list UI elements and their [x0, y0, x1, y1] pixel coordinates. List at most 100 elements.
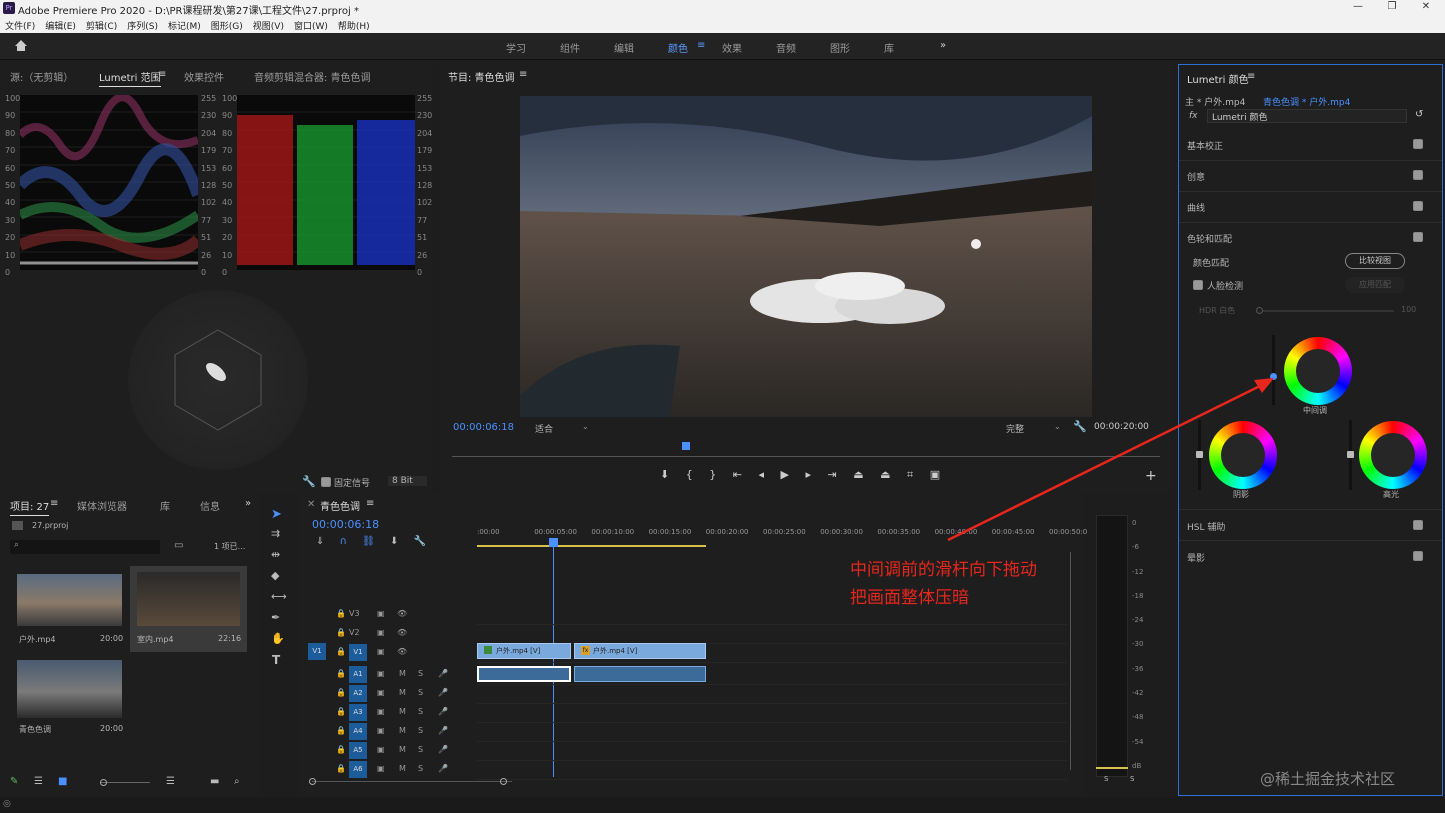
- tab-media-browser[interactable]: 媒体浏览器: [77, 498, 127, 513]
- menu-item[interactable]: 序列(S): [127, 22, 158, 32]
- compare-view-icon[interactable]: ▣: [930, 468, 940, 481]
- mark-in-icon[interactable]: {: [686, 468, 693, 481]
- lock-icon[interactable]: 🔒: [336, 647, 346, 656]
- icon-view-icon[interactable]: ■: [58, 776, 67, 787]
- vignette-checkbox[interactable]: [1413, 551, 1423, 561]
- voice-over-icon[interactable]: 🎤: [438, 669, 448, 678]
- voice-over-icon[interactable]: 🎤: [438, 707, 448, 716]
- mute-button[interactable]: M: [399, 745, 406, 754]
- solo-button[interactable]: S: [418, 745, 423, 754]
- toggle-output-icon[interactable]: 👁: [397, 609, 407, 618]
- list-view-icon[interactable]: ☰: [34, 776, 43, 787]
- bit-depth-dropdown[interactable]: 8 Bit: [388, 476, 427, 486]
- timeline-timecode[interactable]: 00:00:06:18: [312, 518, 379, 531]
- highlights-slider-handle[interactable]: [1347, 451, 1354, 458]
- tab-project[interactable]: 项目: 27: [10, 498, 50, 516]
- voice-over-icon[interactable]: 🎤: [438, 726, 448, 735]
- sync-lock-icon[interactable]: ▣: [377, 726, 385, 735]
- sync-lock-icon[interactable]: ▣: [377, 669, 385, 678]
- lift-icon[interactable]: ⏏: [853, 468, 863, 481]
- track-target-v3[interactable]: V3: [349, 609, 360, 618]
- tab-source[interactable]: 源:（无剪辑）: [10, 69, 73, 84]
- creative-checkbox[interactable]: [1413, 170, 1423, 180]
- close-icon[interactable]: ✕: [1416, 1, 1436, 12]
- audio-clip[interactable]: [477, 666, 571, 682]
- project-search-input[interactable]: [10, 540, 160, 554]
- type-tool-icon[interactable]: T: [272, 653, 280, 667]
- section-vignette[interactable]: 晕影: [1187, 551, 1205, 564]
- toggle-output-icon[interactable]: 👁: [397, 628, 407, 637]
- new-item-icon[interactable]: ▬: [210, 776, 219, 787]
- fit-dropdown[interactable]: 适合: [535, 422, 553, 435]
- go-to-out-icon[interactable]: ⇥: [827, 468, 836, 481]
- solo-button[interactable]: S: [418, 669, 423, 678]
- tab-libraries[interactable]: 库: [160, 498, 170, 513]
- menu-item[interactable]: 帮助(H): [338, 22, 370, 32]
- project-item-name[interactable]: 青色色调: [19, 724, 51, 735]
- effect-selector[interactable]: Lumetri 颜色: [1207, 109, 1407, 123]
- more-workspaces-icon[interactable]: »: [940, 40, 946, 51]
- hdr-white-handle[interactable]: [1256, 307, 1263, 314]
- timeline-settings-icon[interactable]: 🔧: [414, 536, 426, 547]
- sync-lock-icon[interactable]: ▣: [377, 707, 385, 716]
- apply-match-button[interactable]: 应用匹配: [1345, 277, 1405, 293]
- workspace-color[interactable]: 颜色: [668, 40, 688, 55]
- voice-over-icon[interactable]: 🎤: [438, 688, 448, 697]
- play-icon[interactable]: ▶: [780, 468, 788, 481]
- sequence-menu-icon[interactable]: ≡: [366, 498, 374, 509]
- project-menu-icon[interactable]: ≡: [50, 498, 58, 509]
- solo-button[interactable]: S: [418, 764, 423, 773]
- hand-tool-icon[interactable]: ✋: [271, 632, 285, 645]
- new-bin-icon[interactable]: ▭: [174, 540, 183, 551]
- lock-icon[interactable]: 🔒: [336, 688, 346, 697]
- voice-over-icon[interactable]: 🎤: [438, 764, 448, 773]
- sync-lock-icon[interactable]: ▣: [377, 745, 385, 754]
- go-to-in-icon[interactable]: ⇤: [733, 468, 742, 481]
- workspace-menu-icon[interactable]: ≡: [697, 40, 705, 51]
- timeline-scrollbar[interactable]: [312, 781, 512, 782]
- track-target-a3[interactable]: A3: [349, 704, 367, 721]
- sort-icon[interactable]: ☰: [166, 776, 175, 787]
- mute-button[interactable]: M: [399, 669, 406, 678]
- vertical-scrollbar[interactable]: [1070, 552, 1071, 770]
- solo-button[interactable]: S: [418, 726, 423, 735]
- playhead-handle[interactable]: [682, 442, 690, 450]
- menu-item[interactable]: 剪辑(C): [86, 22, 117, 32]
- midtones-slider-handle[interactable]: [1270, 373, 1277, 380]
- section-curves[interactable]: 曲线: [1187, 201, 1205, 214]
- slip-tool-icon[interactable]: ⟷: [271, 590, 287, 603]
- add-marker-icon[interactable]: ⬇: [390, 536, 398, 547]
- project-item-thumbnail[interactable]: [137, 572, 240, 626]
- selection-tool-icon[interactable]: ➤: [271, 507, 282, 522]
- sync-lock-icon[interactable]: ▣: [377, 628, 385, 637]
- midtones-color-wheel[interactable]: [1284, 337, 1352, 405]
- zoom-slider[interactable]: [100, 782, 150, 783]
- sequence-clip-link[interactable]: 青色色调 * 户外.mp4: [1263, 95, 1350, 108]
- sequence-tab[interactable]: 青色色调: [320, 498, 360, 513]
- hsl-checkbox[interactable]: [1413, 520, 1423, 530]
- solo-button[interactable]: S: [418, 707, 423, 716]
- settings-wrench-icon[interactable]: 🔧: [1073, 420, 1087, 433]
- pen-tool-icon[interactable]: ✒: [271, 611, 280, 624]
- tab-effect-controls[interactable]: 效果控件: [184, 69, 224, 84]
- razor-tool-icon[interactable]: ◆: [271, 569, 279, 582]
- section-color-wheels[interactable]: 色轮和匹配: [1187, 232, 1232, 245]
- menu-item[interactable]: 图形(G): [211, 22, 243, 32]
- program-timecode[interactable]: 00:00:06:18: [453, 422, 514, 433]
- zoom-slider-handle[interactable]: [100, 779, 107, 786]
- solo-button[interactable]: S: [418, 688, 423, 697]
- menu-item[interactable]: 文件(F): [5, 22, 35, 32]
- lock-icon[interactable]: 🔒: [336, 669, 346, 678]
- work-area-bar[interactable]: [477, 545, 706, 547]
- track-target-v2[interactable]: V2: [349, 628, 360, 637]
- section-hsl-secondary[interactable]: HSL 辅助: [1187, 520, 1225, 533]
- track-target-a5[interactable]: A5: [349, 742, 367, 759]
- audio-clip[interactable]: [574, 666, 706, 682]
- track-select-tool-icon[interactable]: ⇉: [271, 527, 280, 540]
- project-item-name[interactable]: 室内.mp4: [137, 634, 174, 645]
- mute-button[interactable]: M: [399, 726, 406, 735]
- lock-icon[interactable]: 🔒: [336, 609, 346, 618]
- sync-lock-icon[interactable]: ▣: [377, 764, 385, 773]
- add-marker-icon[interactable]: ⬇: [660, 468, 669, 481]
- workspace-editing[interactable]: 编辑: [614, 40, 634, 55]
